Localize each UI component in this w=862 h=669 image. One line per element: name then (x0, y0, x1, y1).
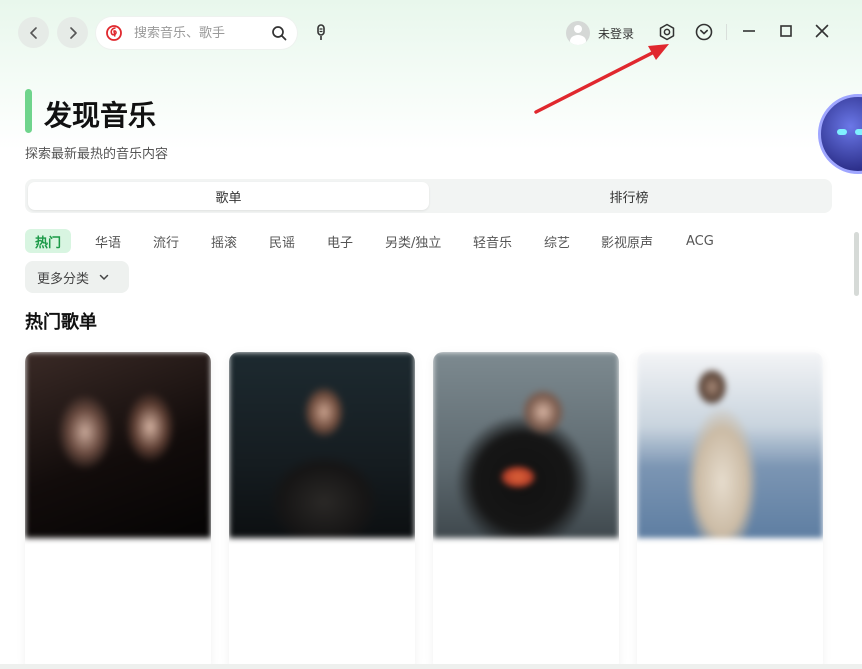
more-categories-label: 更多分类 (37, 271, 90, 287)
playlist-cover-image (433, 352, 619, 538)
robot-assistant-avatar[interactable] (818, 94, 862, 174)
category-chip[interactable]: 另类/独立 (375, 229, 451, 253)
playlist-cover-image (229, 352, 415, 538)
divider (726, 24, 727, 40)
search-box[interactable] (96, 17, 297, 49)
category-chip[interactable]: 流行 (143, 229, 189, 253)
user-name: 未登录 (598, 26, 635, 41)
chevron-left-icon (29, 26, 37, 39)
playlist-card[interactable] (229, 352, 415, 669)
category-chip[interactable]: ACG (676, 229, 724, 253)
close-button[interactable] (814, 23, 830, 39)
category-chip[interactable]: 影视原声 (591, 229, 663, 253)
playlist-cover-image (25, 352, 211, 538)
category-chip[interactable]: 民谣 (259, 229, 305, 253)
more-categories-dropdown[interactable]: 更多分类 (25, 261, 129, 293)
forward-button[interactable] (57, 17, 88, 48)
playlist-card[interactable] (433, 352, 619, 669)
search-input[interactable] (134, 25, 271, 41)
settings-icon[interactable] (658, 23, 676, 41)
page-title: 发现音乐 (44, 99, 157, 132)
user-login[interactable]: 未登录 (566, 21, 634, 45)
bottom-border (0, 664, 862, 669)
tab-charts[interactable]: 排行榜 (429, 182, 829, 210)
minimize-button[interactable] (741, 23, 757, 39)
robot-eye (837, 129, 847, 135)
playlist-card[interactable] (637, 352, 823, 669)
microphone-icon[interactable] (313, 24, 329, 42)
playlist-cover-image (637, 352, 823, 538)
avatar (566, 21, 590, 45)
back-button[interactable] (18, 17, 49, 48)
scrollbar[interactable] (854, 232, 859, 296)
category-chip[interactable]: 摇滚 (201, 229, 247, 253)
category-chip[interactable]: 华语 (85, 229, 131, 253)
category-chip[interactable]: 电子 (317, 229, 363, 253)
content-tabs: 歌单 排行榜 (25, 179, 832, 213)
section-title: 热门歌单 (25, 312, 97, 333)
category-chip[interactable]: 综艺 (534, 229, 580, 253)
category-chip-hot[interactable]: 热门 (25, 229, 72, 253)
chevron-down-icon (99, 274, 109, 281)
page-subtitle: 探索最新最热的音乐内容 (25, 147, 169, 162)
chevron-right-icon (69, 26, 77, 39)
category-chip[interactable]: 轻音乐 (463, 229, 522, 253)
title-accent-bar (25, 89, 32, 133)
chevron-circle-down-icon[interactable] (695, 23, 713, 41)
playlist-card[interactable] (25, 352, 211, 669)
maximize-button[interactable] (778, 23, 794, 39)
robot-eye (855, 129, 862, 135)
netease-music-logo-icon (106, 25, 122, 41)
tab-playlists[interactable]: 歌单 (28, 182, 429, 210)
search-icon[interactable] (271, 25, 287, 41)
